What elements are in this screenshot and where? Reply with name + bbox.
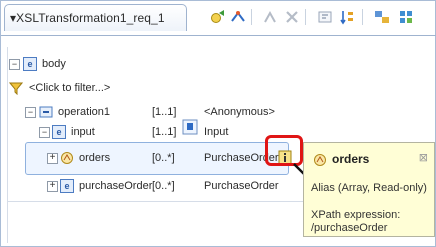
mapping-editor: ▾XSLTransformation1_req_1 − e body <Clic… <box>0 0 436 247</box>
grid-icon[interactable] <box>398 9 414 25</box>
row-cardinality: [0..*] <box>152 180 175 192</box>
tree-bottom-border <box>7 201 307 202</box>
root-label: body <box>42 58 66 70</box>
row-cardinality: [1..1] <box>152 106 177 118</box>
filter-label: <Click to filter...> <box>29 82 111 94</box>
sort-icon[interactable] <box>339 9 355 25</box>
properties-icon[interactable] <box>317 9 333 25</box>
collapse-toggle[interactable]: − <box>39 127 50 138</box>
row-name: input <box>71 126 95 138</box>
delete-icon[interactable] <box>284 9 300 25</box>
tooltip-alias: Alias (Array, Read-only) <box>311 182 427 194</box>
collapse-toggle[interactable]: − <box>9 59 20 70</box>
toolbar-separator <box>305 9 306 25</box>
tab-divider <box>1 35 436 36</box>
toolbar-separator <box>362 9 363 25</box>
disconnect-icon[interactable] <box>262 9 278 25</box>
row-type: Input <box>204 126 229 138</box>
row-type: <Anonymous> <box>204 106 275 118</box>
element-icon: e <box>52 125 66 139</box>
filter-row[interactable]: <Click to filter...> <box>8 77 209 99</box>
editor-tab[interactable]: ▾XSLTransformation1_req_1 <box>4 4 187 31</box>
row-name: purchaseOrder <box>79 180 153 192</box>
connect-icon[interactable] <box>230 9 246 25</box>
alias-icon <box>313 153 327 170</box>
row-type: PurchaseOrder <box>204 180 279 192</box>
alias-icon <box>60 151 74 165</box>
toolbar-separator <box>251 9 252 25</box>
add-mapping-icon[interactable] <box>210 9 226 25</box>
element-icon: e <box>60 179 74 193</box>
filter-icon <box>8 81 24 96</box>
tree-row-input[interactable]: − e input [1..1] Input <box>25 119 285 143</box>
tooltip-xpath-label: XPath expression: <box>311 209 401 221</box>
collapse-toggle[interactable]: − <box>25 107 36 118</box>
row-cardinality: [1..1] <box>152 126 177 138</box>
expand-toggle[interactable]: + <box>47 181 58 192</box>
element-icon: e <box>23 57 37 71</box>
tooltip-xpath-value: /purchaseOrder <box>311 222 388 234</box>
tree-row-operation1[interactable]: − operation1 [1..1] <Anonymous> <box>25 101 285 123</box>
tree-row-orders[interactable]: + orders [0..*] PurchaseOrder <box>25 147 292 169</box>
hover-tooltip: orders ⊠ Alias (Array, Read-only) XPath … <box>303 142 435 237</box>
row-name: orders <box>79 152 111 164</box>
tree-root[interactable]: − e body <box>9 53 209 75</box>
expand-toggle[interactable]: + <box>47 153 58 164</box>
tree-row-purchaseorder[interactable]: + e purchaseOrder [0..*] PurchaseOrder <box>25 175 285 197</box>
tree-border <box>7 47 8 243</box>
row-name: operation1 <box>58 106 110 118</box>
row-cardinality: [0..*] <box>152 152 175 164</box>
tooltip-close-icon[interactable]: ⊠ <box>419 151 428 164</box>
operation-icon <box>39 105 53 119</box>
layout-icon[interactable] <box>374 9 390 25</box>
tooltip-title: orders <box>332 152 370 166</box>
info-marker-icon[interactable] <box>182 119 198 135</box>
